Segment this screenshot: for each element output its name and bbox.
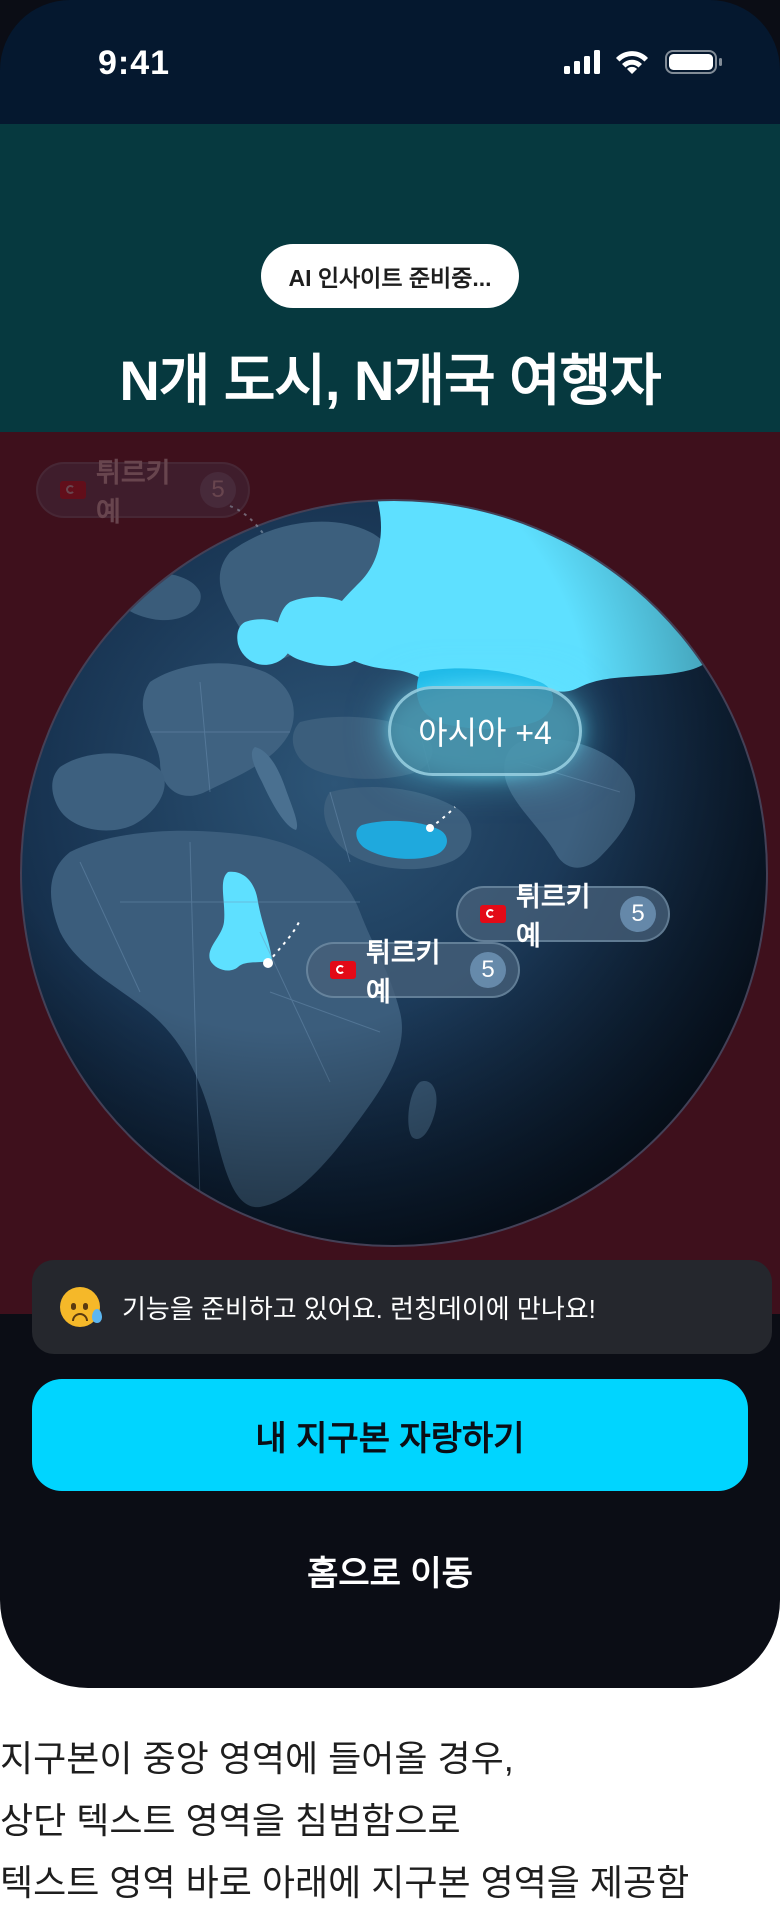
country-count: 5 [200, 472, 236, 508]
status-bar: 9:41 [0, 0, 780, 124]
turkey-flag-icon [480, 905, 506, 923]
status-time: 9:41 [98, 44, 171, 82]
go-home-button[interactable]: 홈으로 이동 [240, 1540, 540, 1600]
design-note-line: 지구본이 중앙 영역에 들어올 경우, [0, 1738, 514, 1779]
design-note-line: 텍스트 영역 바로 아래에 지구본 영역을 제공함 [0, 1862, 690, 1903]
country-tag-saudi[interactable]: 튀르키예 5 [456, 882, 670, 951]
globe-area[interactable] [0, 432, 780, 1314]
design-note: 지구본이 중앙 영역에 들어올 경우, 상단 텍스트 영역을 침범함으로 텍스트… [0, 1728, 780, 1914]
battery-icon [665, 50, 722, 74]
country-count: 5 [620, 896, 656, 932]
globe-illustration[interactable] [0, 432, 780, 1314]
status-icons [564, 50, 722, 74]
globe-land [22, 501, 766, 1245]
pin-chad [263, 958, 273, 968]
signal-icon [564, 50, 600, 74]
page-title: N개 도시, N개국 여행자 [119, 349, 661, 412]
coming-soon-toast: 기능을 준비하고 있어요. 런칭데이에 만나요! [32, 1260, 772, 1354]
phone-screen: 9:41 AI 인사이트 준비중... N개 도시, N개국 여행자 튀르키예 … [0, 0, 780, 1688]
country-name: 튀르키예 [516, 882, 591, 951]
pin-saudi [426, 824, 434, 832]
design-note-line: 상단 텍스트 영역을 침범함으로 [0, 1800, 461, 1841]
turkey-flag-icon [330, 961, 356, 979]
region-bubble-asia[interactable]: 아시아 +4 [388, 686, 582, 776]
wifi-icon [616, 51, 648, 74]
show-off-globe-button[interactable]: 내 지구본 자랑하기 [32, 1379, 748, 1491]
toast-message: 기능을 준비하고 있어요. 런칭데이에 만나요! [122, 1293, 596, 1324]
country-name: 튀르키예 [366, 938, 441, 1007]
country-count: 5 [470, 952, 506, 988]
country-tag-chad[interactable]: 튀르키예 5 [306, 938, 520, 1007]
ai-insight-badge: AI 인사이트 준비중... [261, 244, 519, 308]
turkey-flag-icon [60, 481, 86, 499]
country-name: 튀르키예 [96, 458, 171, 527]
sad-tear-emoji-icon [60, 1287, 102, 1327]
country-tag-faded[interactable]: 튀르키예 5 [36, 458, 250, 527]
